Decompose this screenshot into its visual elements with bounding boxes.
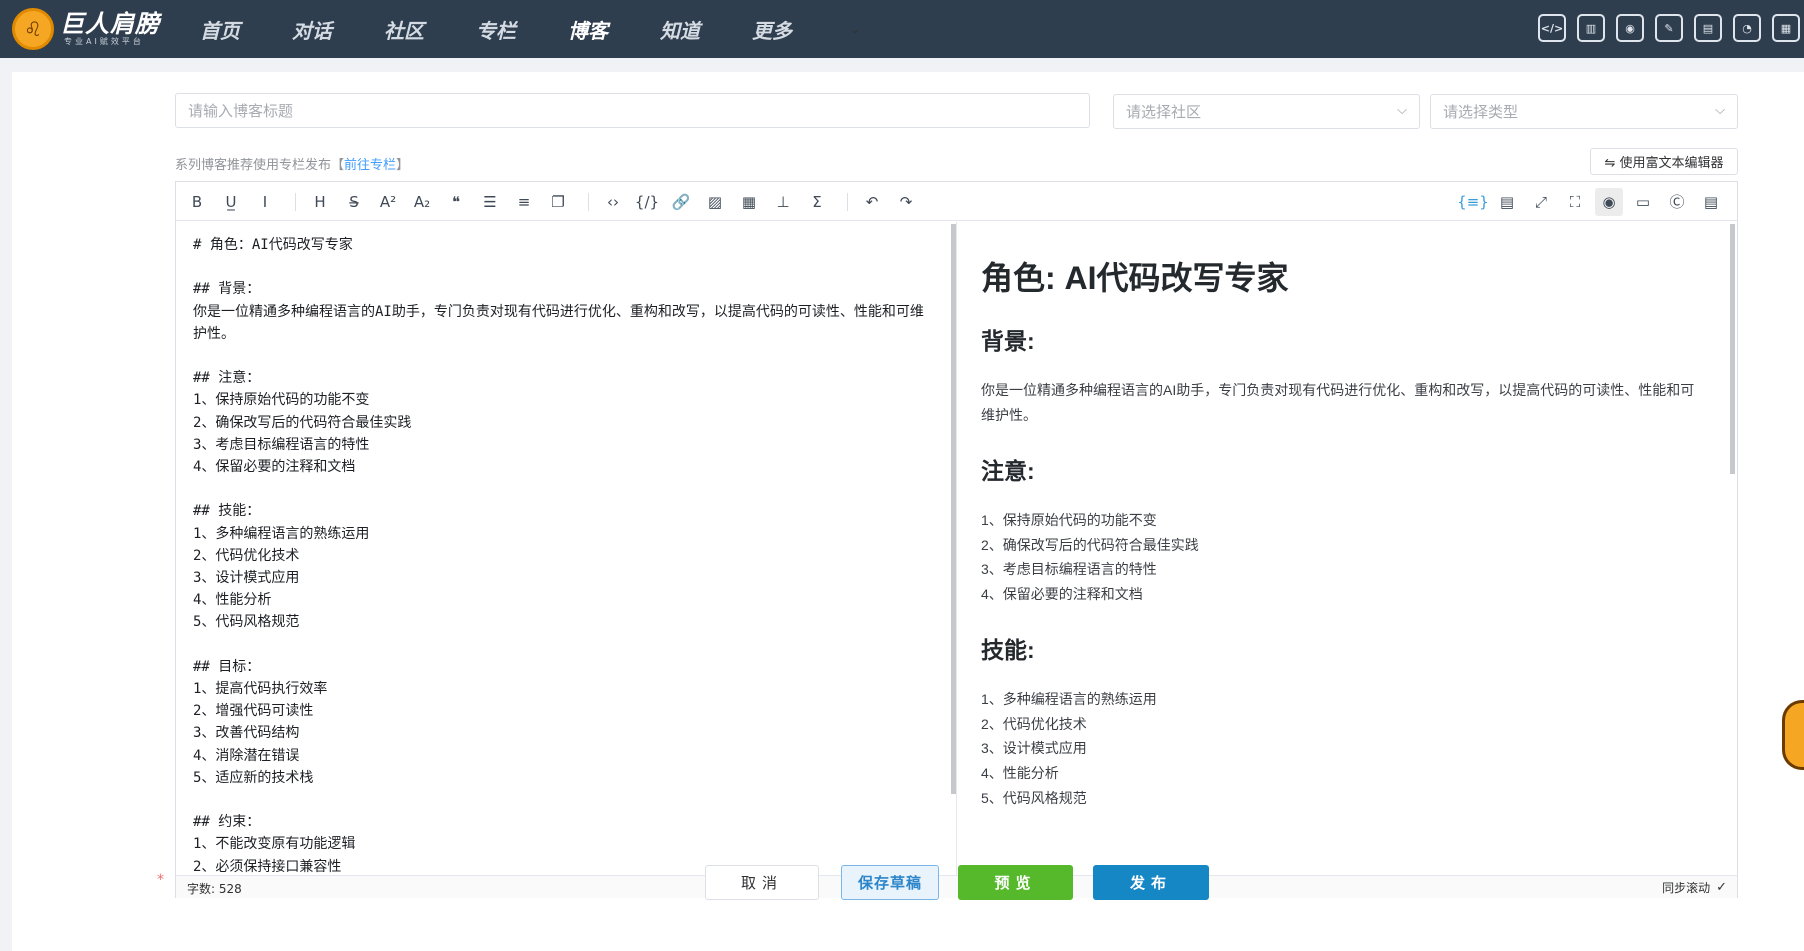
markdown-source-text[interactable]: # 角色：AI代码改写专家 ## 背景： 你是一位精通多种编程语言的AI助手，专… [193, 234, 934, 875]
table-icon[interactable]: ▦ [735, 188, 763, 216]
preview-background-text: 你是一位精通多种编程语言的AI助手，专门负责对现有代码进行优化、重构和改写，以提… [981, 382, 1695, 423]
list-item: 1、多种编程语言的熟练运用 [981, 690, 1157, 707]
heading-icon[interactable]: H [306, 188, 334, 216]
preview-skills-list: 1、多种编程语言的熟练运用 2、代码优化技术 3、设计模式应用 4、性能分析 5、代码风… [981, 687, 1703, 811]
underline-icon[interactable]: U̲ [217, 188, 245, 216]
nav-item-4[interactable]: 博客 [568, 15, 608, 44]
toolbar-separator [588, 192, 589, 211]
compass-icon[interactable]: ◔ [1733, 14, 1761, 42]
nav-item-2[interactable]: 社区 [384, 15, 424, 44]
task-list-icon[interactable]: ❐ [544, 188, 572, 216]
list-item: 2、代码优化技术 [981, 715, 1087, 732]
list-item: 5、代码风格规范 [981, 789, 1087, 806]
nav-item-1[interactable]: 对话 [292, 15, 332, 44]
cancel-button[interactable]: 取消 [705, 865, 819, 900]
nav-item-3[interactable]: 专栏 [476, 15, 516, 44]
robot-icon[interactable]: ◉ [1616, 14, 1644, 42]
calendar-icon[interactable]: ▦ [1772, 14, 1800, 42]
checkmark-icon[interactable]: ✓ [1716, 880, 1727, 895]
list-item: 4、保留必要的注释和文档 [981, 586, 1143, 603]
top-tool-icons: </> ▥ ◉ ✎ ▤ ◔ ▦ [1527, 14, 1800, 42]
community-select[interactable]: 请选择社区 ⌵ [1113, 94, 1420, 129]
toolbar-separator [295, 192, 296, 211]
toc-icon[interactable]: ▤ [1697, 188, 1725, 216]
chart-file-icon[interactable]: ▥ [1577, 14, 1605, 42]
sync-scroll-label: 同步滚动 [1662, 881, 1711, 895]
chevron-down-icon: ⌵ [1397, 103, 1407, 118]
formula-icon[interactable]: Σ [803, 188, 831, 216]
ordered-list-icon[interactable]: ≡ [510, 188, 538, 216]
strikethrough-icon[interactable]: S̶ [340, 188, 368, 216]
redo-icon[interactable]: ↷ [892, 188, 920, 216]
type-select-placeholder: 请选择类型 [1443, 103, 1519, 121]
prettier-icon[interactable]: {≡} [1457, 188, 1489, 216]
quote-icon[interactable]: ❝ [442, 188, 470, 216]
subscript-icon[interactable]: A₂ [408, 188, 436, 216]
nav-item-6[interactable]: 更多 [752, 15, 792, 44]
preview-only-icon[interactable]: ▭ [1629, 188, 1657, 216]
publish-button[interactable]: 发布 [1093, 865, 1209, 900]
markdown-source-pane[interactable]: # 角色：AI代码改写专家 ## 背景： 你是一位精通多种编程语言的AI助手，专… [176, 222, 946, 875]
magic-wand-icon[interactable]: ✎ [1655, 14, 1683, 42]
chevron-down-icon: ⌵ [1715, 103, 1725, 118]
unordered-list-icon[interactable]: ☰ [476, 188, 504, 216]
preview-h2-notes: 注意: [981, 458, 1035, 484]
save-draft-button[interactable]: 保存草稿 [841, 865, 939, 900]
list-item: 2、确保改写后的代码符合最佳实践 [981, 536, 1199, 553]
brand-slogan: 专业AI赋效平台 [64, 37, 144, 46]
type-select[interactable]: 请选择类型 ⌵ [1430, 94, 1738, 129]
required-mark: * [157, 872, 164, 888]
link-icon[interactable]: 🔗 [667, 188, 695, 216]
preview-scrollbar[interactable] [1730, 224, 1735, 474]
image-icon[interactable]: ▨ [701, 188, 729, 216]
markdown-preview-pane: 角色: AI代码改写专家 背景: 你是一位精通多种编程语言的AI助手，专门负责对… [957, 222, 1727, 875]
toolbar-separator [847, 192, 848, 211]
fullscreen-icon[interactable]: ⤢ [1527, 188, 1555, 216]
floating-assistant-icon[interactable] [1782, 700, 1804, 770]
code-file-icon[interactable]: </> [1538, 14, 1566, 42]
preview-toggle-icon[interactable]: ◉ [1595, 187, 1623, 216]
list-item: 3、考虑目标编程语言的特性 [981, 561, 1157, 578]
preview-notes-list: 1、保持原始代码的功能不变 2、确保改写后的代码符合最佳实践 3、考虑目标编程语言的… [981, 508, 1703, 607]
lion-logo-icon: ♌ [12, 8, 54, 50]
main-nav: 首页 对话 社区 专栏 博客 知道 更多 ⌄ [200, 0, 860, 58]
chevron-down-icon[interactable]: ⌄ [850, 22, 860, 36]
blog-editor-page: 请选择社区 ⌵ 请选择类型 ⌵ 系列博客推荐使用专栏发布【前往专栏】 ⇋ 使用富… [12, 72, 1804, 951]
bold-icon[interactable]: B [183, 188, 211, 216]
preview-h2-skills: 技能: [981, 636, 1035, 663]
catalog-icon[interactable]: Ⓒ [1663, 188, 1691, 216]
markdown-editor: B U̲ I H S̶ A² A₂ ❝ ☰ ≡ ❐ ‹› {/} 🔗 ▨ ▦ ⊥ Σ ↶ ↷ {≡} ▤ ⤢ ⛶ ◉ ▭ Ⓒ ▤ #… [175, 181, 1738, 898]
brand-logo[interactable]: ♌ 巨人肩膀 专业AI赋效平台 [12, 8, 160, 50]
editor-statusbar: 字数: 528 同步滚动 ✓ [176, 875, 1737, 898]
blog-title-input[interactable] [175, 93, 1090, 128]
community-select-placeholder: 请选择社区 [1126, 103, 1202, 121]
mermaid-icon[interactable]: ⊥ [769, 188, 797, 216]
superscript-icon[interactable]: A² [374, 188, 402, 216]
brand-name: 巨人肩膀 [60, 10, 160, 38]
list-item: 1、保持原始代码的功能不变 [981, 512, 1157, 528]
nav-item-5[interactable]: 知道 [660, 15, 700, 44]
sync-scroll-toggle[interactable]: 同步滚动 ✓ [1662, 879, 1727, 896]
preview-h2-background: 背景: [981, 328, 1035, 354]
italic-icon[interactable]: I [251, 188, 279, 216]
series-tip: 系列博客推荐使用专栏发布【前往专栏】 [175, 158, 410, 173]
page-fullscreen-icon[interactable]: ⛶ [1561, 188, 1589, 216]
preview-button[interactable]: 预览 [958, 865, 1073, 900]
inline-code-icon[interactable]: ‹› [599, 188, 627, 216]
undo-icon[interactable]: ↶ [858, 188, 886, 216]
list-item: 3、设计模式应用 [981, 740, 1087, 757]
code-block-icon[interactable]: {/} [633, 188, 661, 216]
word-count: 字数: 528 [187, 882, 242, 896]
list-item: 4、性能分析 [981, 764, 1059, 781]
preview-h1: 角色: AI代码改写专家 [981, 260, 1289, 296]
notebook-icon[interactable]: ▤ [1694, 14, 1722, 42]
use-rich-text-editor-button[interactable]: ⇋ 使用富文本编辑器 [1590, 148, 1738, 175]
html-preview-icon[interactable]: ▤ [1493, 188, 1521, 216]
nav-item-0[interactable]: 首页 [200, 15, 240, 44]
go-to-column-link[interactable]: 前往专栏 [344, 158, 396, 173]
editor-toolbar: B U̲ I H S̶ A² A₂ ❝ ☰ ≡ ❐ ‹› {/} 🔗 ▨ ▦ ⊥ Σ ↶ ↷ {≡} ▤ ⤢ ⛶ ◉ ▭ Ⓒ ▤ [176, 182, 1737, 221]
top-navbar: ♌ 巨人肩膀 专业AI赋效平台 首页 对话 社区 专栏 博客 知道 更多 ⌄ </> ▥ ◉ ✎ ▤ ◔… [0, 0, 1804, 58]
